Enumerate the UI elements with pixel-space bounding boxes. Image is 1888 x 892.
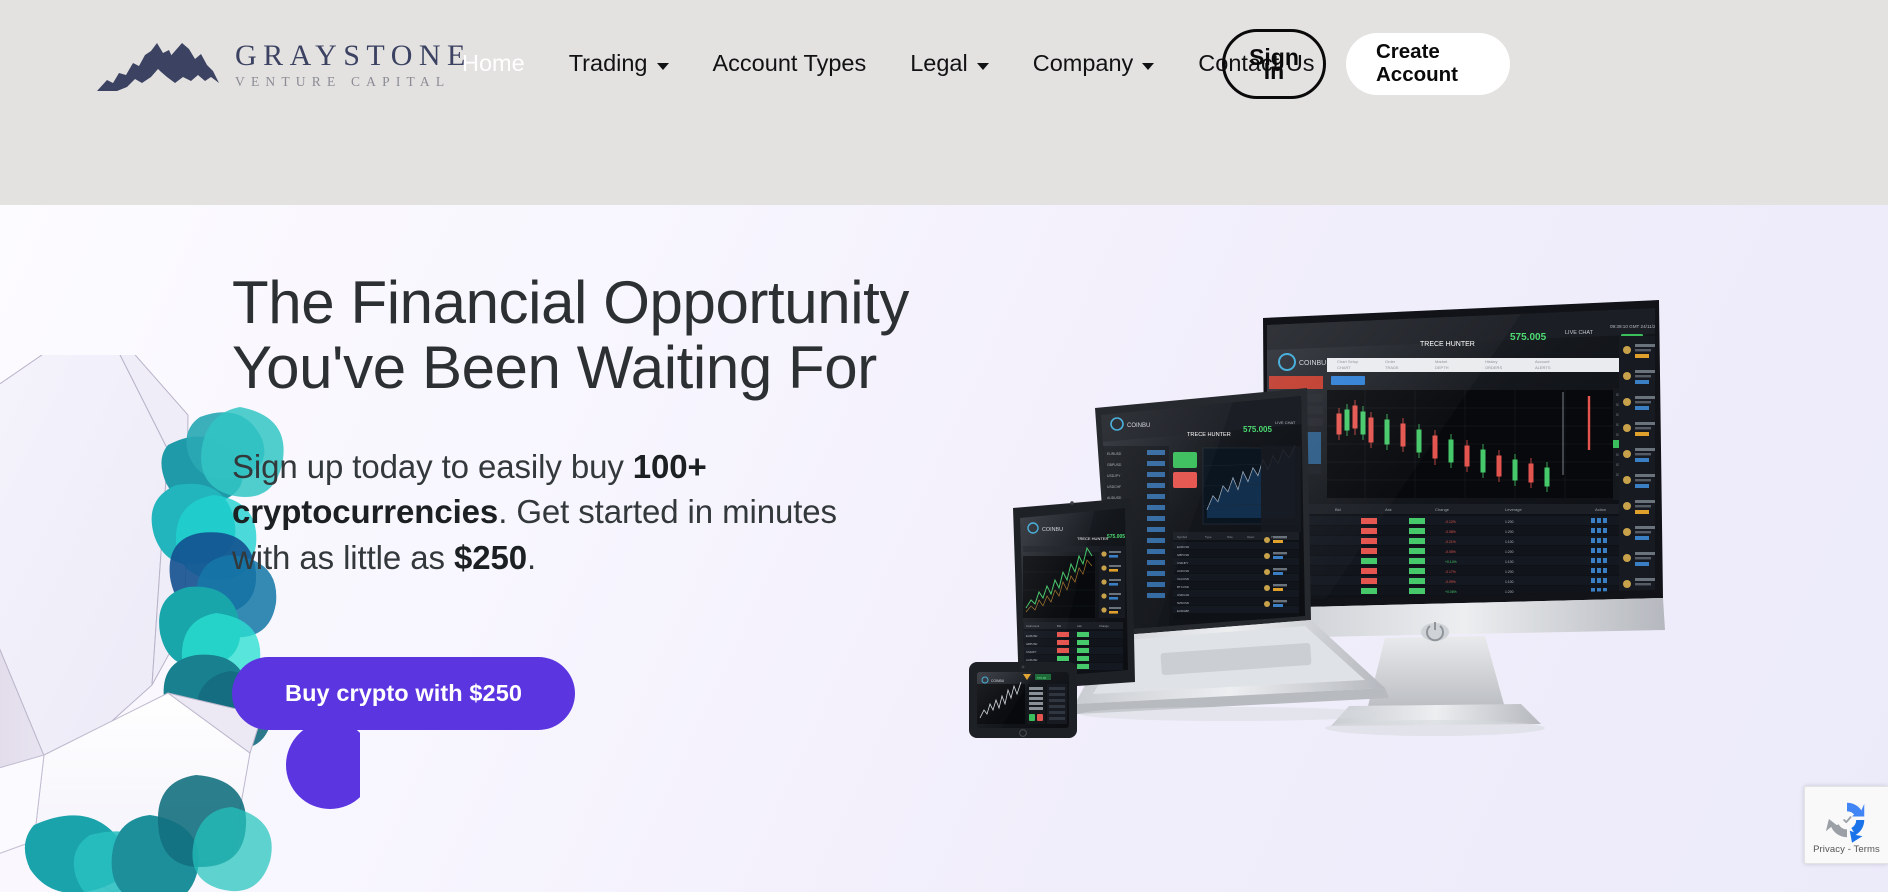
hero-title: The Financial Opportunity You've Been Wa… (232, 269, 910, 402)
svg-text:USDJPY: USDJPY (1177, 561, 1188, 565)
svg-text:ALERTS: ALERTS (1535, 365, 1551, 370)
svg-text:LIVE CHAT: LIVE CHAT (1275, 420, 1296, 425)
svg-text:1:100: 1:100 (1505, 580, 1514, 584)
svg-text:-0.12%: -0.12% (1445, 520, 1456, 524)
buy-crypto-cta-button[interactable]: Buy crypto with $250 (232, 657, 576, 730)
mountain-logo-icon (97, 43, 219, 91)
recaptcha-icon (1825, 802, 1864, 843)
svg-text:-0.05%: -0.05% (1445, 550, 1456, 554)
hero-sub-part-1: Sign up today to easily buy (232, 448, 633, 486)
svg-text:XAUUSD: XAUUSD (1177, 577, 1189, 581)
svg-text:Change: Change (1099, 624, 1109, 628)
svg-text:Type: Type (1205, 535, 1212, 539)
svg-text:1:100: 1:100 (1505, 560, 1514, 564)
svg-text:BTCUSD: BTCUSD (1177, 585, 1189, 589)
phone-device: COINBU 575.00 (969, 662, 1077, 738)
svg-text:NZDUSD: NZDUSD (1177, 601, 1189, 605)
svg-text:Account: Account (1535, 359, 1550, 364)
svg-text:LIVE CHAT: LIVE CHAT (1565, 330, 1594, 336)
svg-text:+0.06%: +0.06% (1445, 590, 1457, 594)
primary-navigation: Home Trading Account Types Legal Company… (440, 0, 1337, 128)
svg-text:Action: Action (1595, 507, 1606, 512)
svg-text:1:100: 1:100 (1505, 540, 1514, 544)
chevron-down-icon (656, 62, 669, 70)
sign-in-button[interactable]: Sign In (1222, 29, 1326, 99)
svg-text:1:200: 1:200 (1505, 520, 1514, 524)
svg-text:-0.09%: -0.09% (1445, 580, 1456, 584)
hero-sub-highlight-amount: $250 (453, 538, 527, 576)
hero-sub-part-5: . (526, 538, 537, 576)
svg-text:Change: Change (1435, 507, 1450, 512)
svg-text:EURGBP: EURGBP (1177, 609, 1189, 613)
brand-tagline: VENTURE CAPITAL (235, 74, 451, 90)
hero-subtitle: Sign up today to easily buy 100+ cryptoc… (232, 444, 854, 580)
nav-label-home: Home (462, 50, 525, 77)
nav-item-company[interactable]: Company (1011, 52, 1177, 76)
buy-crypto-cta-label: Buy crypto with $250 (285, 680, 523, 706)
brand-logo[interactable]: GRAYSTONE VENTURE CAPITAL (95, 32, 472, 96)
svg-text:1:200: 1:200 (1505, 530, 1514, 534)
nav-item-account-types[interactable]: Account Types (691, 52, 889, 76)
hero-section: The Financial Opportunity You've Been Wa… (0, 205, 1888, 892)
recaptcha-privacy-link[interactable]: Privacy (1813, 844, 1845, 855)
svg-text:575.005: 575.005 (1243, 425, 1272, 434)
create-account-button[interactable]: Create Account (1346, 33, 1510, 95)
recaptcha-links: Privacy - Terms (1813, 844, 1880, 855)
hero-copy: The Financial Opportunity You've Been Wa… (232, 270, 992, 580)
create-account-label: Create Account (1376, 40, 1458, 86)
svg-text:+0.14%: +0.14% (1445, 560, 1457, 564)
brand-wordmark: GRAYSTONE VENTURE CAPITAL (235, 38, 472, 91)
nav-label-account-types: Account Types (712, 50, 867, 77)
svg-text:Size: Size (1227, 535, 1233, 539)
svg-text:USDCAD: USDCAD (1177, 593, 1189, 597)
svg-text:Leverage: Leverage (1505, 507, 1522, 512)
chevron-down-icon (976, 62, 989, 70)
brand-name: GRAYSTONE (235, 38, 472, 72)
svg-text:Ask: Ask (1077, 624, 1082, 628)
nav-item-trading[interactable]: Trading (547, 52, 691, 76)
tablet-device: COINBU TRECE HUNTER 575.005 InstrumentBi… (1013, 498, 1135, 690)
sign-in-label: Sign In (1249, 43, 1299, 84)
svg-text:575.005: 575.005 (1510, 332, 1547, 343)
nav-label-legal: Legal (910, 50, 968, 77)
trading-platform-devices-image: TRECE HUNTER 575.005 LIVE CHAT 09:39:10 … (969, 300, 1665, 738)
svg-text:575.00: 575.00 (1037, 676, 1047, 680)
svg-text:-0.21%: -0.21% (1445, 540, 1456, 544)
recaptcha-separator: - (1847, 844, 1851, 855)
recaptcha-terms-link[interactable]: Terms (1854, 844, 1880, 855)
header-inner: GRAYSTONE VENTURE CAPITAL Home Trading A… (0, 0, 1888, 128)
svg-text:-0.08%: -0.08% (1445, 530, 1456, 534)
nav-label-company: Company (1032, 50, 1134, 77)
nav-item-legal[interactable]: Legal (888, 52, 1011, 76)
svg-text:1:200: 1:200 (1505, 550, 1514, 554)
recaptcha-badge[interactable]: Privacy - Terms (1804, 786, 1888, 864)
svg-text:ORDERS: ORDERS (1485, 365, 1502, 370)
svg-text:575.005: 575.005 (1107, 534, 1125, 540)
nav-item-home[interactable]: Home (440, 52, 547, 76)
svg-text:1:200: 1:200 (1505, 590, 1514, 594)
svg-text:1:200: 1:200 (1505, 570, 1514, 574)
svg-text:Open: Open (1247, 535, 1255, 539)
site-header: GRAYSTONE VENTURE CAPITAL Home Trading A… (0, 0, 1888, 205)
chevron-down-icon (1142, 62, 1155, 70)
nav-label-trading: Trading (568, 50, 648, 77)
svg-text:AUDUSD: AUDUSD (1177, 569, 1189, 573)
svg-text:-0.17%: -0.17% (1445, 570, 1456, 574)
